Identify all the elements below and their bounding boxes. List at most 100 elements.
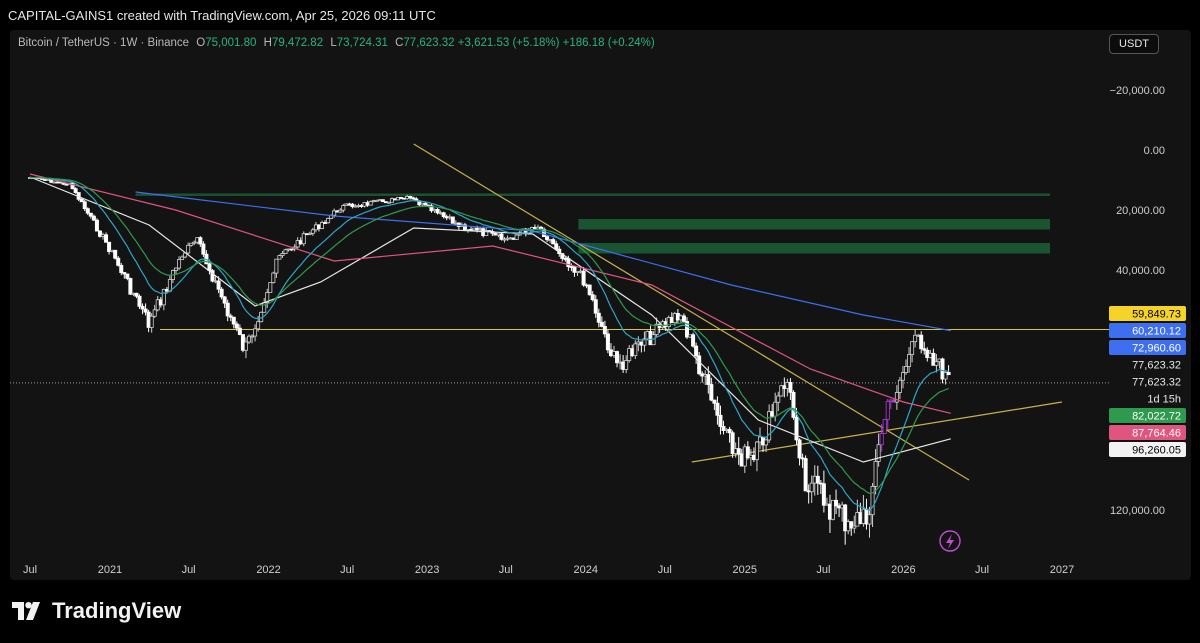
change-value: +3,621.53 (+5.18%)	[457, 37, 560, 49]
support-zone	[135, 193, 1050, 196]
ohlc-legend: Bitcoin / TetherUS · 1W · Binance O75,00…	[18, 37, 655, 49]
candle-body	[82, 201, 87, 210]
price-label: 87,764.46	[1132, 428, 1181, 440]
candlestick-chart[interactable]: −20,000.00 0.00 20,000.00 40,000.00 120,000.…	[10, 30, 1191, 580]
price-label: 60,210.12	[1132, 326, 1181, 338]
candle-body	[876, 444, 881, 462]
candle-body	[727, 428, 732, 434]
moving-average-line	[135, 191, 951, 332]
tradingview-logo-icon	[12, 602, 40, 620]
candle-body	[435, 209, 440, 214]
candle-body	[134, 292, 139, 297]
candle-body	[882, 419, 887, 434]
x-axis-tick-label: 2021	[98, 564, 122, 576]
candle-body	[310, 229, 315, 234]
currency-button[interactable]: USDT	[1109, 34, 1159, 54]
candle-body	[815, 475, 820, 484]
candle-body	[277, 255, 282, 260]
candle-body	[253, 328, 258, 337]
y-axis-tick-label: 0.00	[1144, 145, 1165, 157]
x-axis-tick-label: Jul	[975, 564, 989, 576]
candle-body	[94, 219, 99, 232]
chart-panel[interactable]: −20,000.00 0.00 20,000.00 40,000.00 120,000.…	[10, 30, 1191, 580]
candle-body	[551, 239, 556, 245]
candle-body	[946, 372, 951, 376]
candle-body	[697, 355, 702, 375]
candle-body	[140, 305, 145, 310]
candle-body	[910, 341, 915, 355]
lightning-bolt-icon	[946, 534, 954, 549]
brand-name: TradingView	[52, 598, 182, 623]
x-axis-tick-label: 2024	[574, 564, 598, 576]
candle-body	[91, 215, 96, 221]
candle-body	[821, 483, 826, 506]
x-axis-tick-label: Jul	[816, 564, 830, 576]
candle-body	[441, 212, 446, 217]
candle-body	[624, 360, 629, 370]
candle-body	[809, 482, 814, 493]
candle-body	[873, 461, 878, 487]
candle-body	[88, 212, 93, 217]
candle-body	[450, 216, 455, 224]
candle-body	[514, 234, 519, 240]
candle-body	[596, 312, 601, 323]
candle-body	[231, 316, 236, 325]
candle-body	[116, 257, 121, 266]
price-label: 77,623.32	[1132, 360, 1181, 372]
low-value: 73,724.31	[336, 37, 388, 49]
candle-body	[499, 233, 504, 240]
candle-body	[605, 333, 610, 351]
candle-body	[219, 288, 224, 298]
candle-body	[271, 272, 276, 284]
candle-body	[885, 400, 890, 420]
candle-body	[301, 233, 306, 245]
y-axis-tick-label: −20,000.00	[1110, 85, 1165, 97]
candle-body	[341, 205, 346, 211]
candle-body	[198, 237, 203, 245]
candle-body	[706, 374, 711, 385]
candle-body	[776, 395, 781, 403]
price-label: 1d 15h	[1147, 394, 1181, 406]
candle-body	[754, 441, 759, 461]
candle-body	[633, 343, 638, 357]
candle-body	[119, 264, 124, 273]
candle-body	[104, 234, 109, 243]
volume-change-value: +186.18 (+0.24%)	[562, 37, 655, 49]
high-value: 79,472.82	[271, 37, 324, 49]
candle-body	[934, 361, 939, 366]
candle-body	[773, 401, 778, 417]
candle-body	[718, 414, 723, 427]
candle-body	[919, 334, 924, 350]
close-value: 77,623.32	[403, 37, 455, 49]
x-axis-tick-label: 2022	[256, 564, 280, 576]
candle-body	[900, 372, 905, 381]
candle-body	[268, 282, 273, 293]
candle-body	[177, 259, 182, 269]
candle-body	[870, 486, 875, 516]
candle-body	[201, 243, 206, 255]
candle-body	[794, 416, 799, 441]
candle-body	[243, 341, 248, 351]
candle-body	[73, 188, 78, 193]
open-label: O	[196, 37, 206, 49]
candle-body	[581, 270, 586, 286]
candle-body	[256, 321, 261, 330]
candle-body	[237, 327, 242, 335]
candle-body	[137, 295, 142, 307]
x-axis-tick-label: Jul	[499, 564, 513, 576]
high-label: H	[263, 37, 272, 49]
candle-body	[681, 315, 686, 322]
symbol-label[interactable]: Bitcoin / TetherUS · 1W · Binance	[18, 37, 189, 49]
candle-body	[113, 249, 118, 259]
candle-body	[615, 351, 620, 364]
brand[interactable]: TradingView	[12, 598, 181, 624]
support-zone	[578, 243, 1050, 254]
price-label: 96,260.05	[1132, 445, 1181, 457]
candle-body	[764, 439, 769, 446]
candle-body	[897, 379, 902, 393]
candle-body	[691, 334, 696, 347]
candle-body	[161, 288, 166, 306]
candle-body	[879, 433, 884, 446]
candle-body	[590, 294, 595, 301]
candle-body	[152, 309, 157, 317]
